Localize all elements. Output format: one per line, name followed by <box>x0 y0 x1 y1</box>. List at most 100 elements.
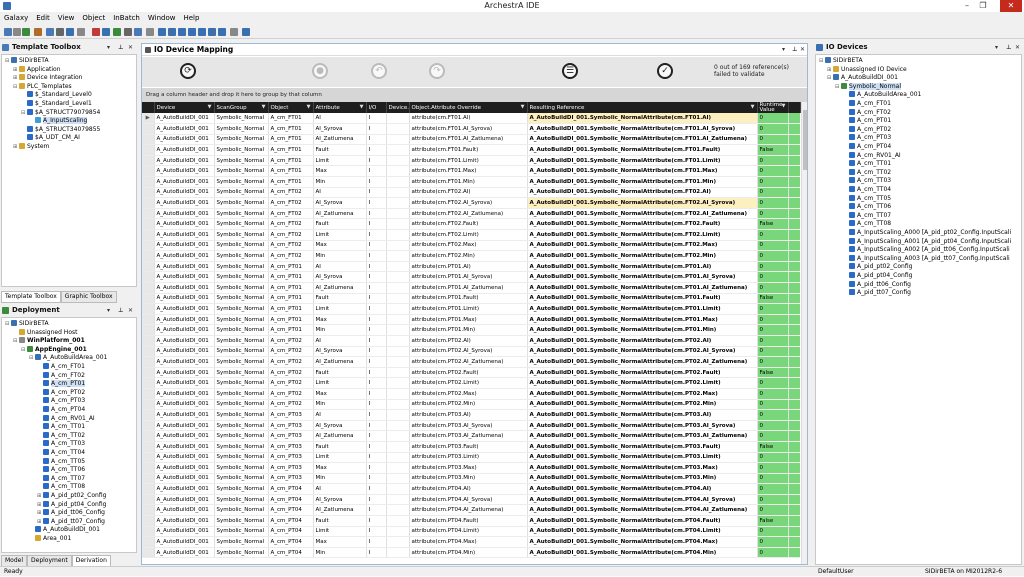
table-row[interactable]: A_AutoBuildDI_001 Symbolic_Normal A_cm_PT0… <box>142 271 800 283</box>
validate-check-icon[interactable]: ✓ <box>657 63 673 79</box>
grid-cell[interactable]: A_cm_FT01 <box>268 113 314 125</box>
table-row[interactable]: A_AutoBuildDI_001 Symbolic_Normal A_cm_PT0… <box>142 346 800 358</box>
grid-cell[interactable] <box>386 547 410 559</box>
menu-object[interactable]: Object <box>78 13 109 24</box>
grid-cell[interactable]: A_AutoBuildDI_001 <box>154 335 215 347</box>
toolbar-button-icon[interactable] <box>134 28 142 36</box>
grid-cell[interactable]: I <box>366 113 387 125</box>
grid-cell[interactable]: A_cm_FT02 <box>268 250 314 262</box>
grid-cell[interactable] <box>386 494 410 506</box>
grid-cell[interactable]: Min <box>313 324 367 336</box>
tree-node[interactable]: ⊞ Device Integration <box>13 74 83 82</box>
grid-cell[interactable]: A_AutoBuildDI_001 <box>154 208 215 220</box>
grid-cell[interactable] <box>386 462 410 474</box>
tree-node[interactable]: ⊟ SIDirBETA <box>5 57 49 65</box>
grid-cell[interactable]: attribute(cm.FT01.Max) <box>409 165 528 178</box>
tree-node[interactable]: A_cm_PT02 <box>37 388 85 397</box>
table-row[interactable]: A_AutoBuildDI_001 Symbolic_Normal A_cm_PT0… <box>142 441 800 453</box>
tree-node[interactable]: A_cm_TT01 <box>37 423 85 431</box>
grid-cell[interactable]: attribute(cm.PT01.Fault) <box>409 293 528 305</box>
row-selector[interactable] <box>142 208 155 220</box>
grid-cell[interactable]: A_AutoBuildDI_001.Symbolic_NormalAttribu… <box>527 536 758 548</box>
grid-cell[interactable]: A_AutoBuildDI_001.Symbolic_NormalAttribu… <box>527 208 758 220</box>
toolbar-button-icon[interactable] <box>66 28 74 36</box>
grid-cell[interactable] <box>386 250 410 262</box>
grid-cell[interactable] <box>386 526 410 538</box>
table-row[interactable]: A_AutoBuildDI_001 Symbolic_Normal A_cm_FT0… <box>142 229 800 241</box>
tree-node[interactable]: A_cm_TT05 <box>37 457 85 466</box>
grid-cell[interactable]: A_AutoBuildDI_001 <box>154 134 215 146</box>
toolbar-button-icon[interactable] <box>46 28 54 36</box>
grid-cell[interactable]: A_AutoBuildDI_001.Symbolic_NormalAttribu… <box>527 218 758 231</box>
grid-cell[interactable]: Symbolic_Normal <box>214 250 269 262</box>
toolbar-button-icon[interactable] <box>92 28 100 36</box>
grid-cell[interactable]: A_cm_PT03 <box>268 452 314 464</box>
row-selector[interactable] <box>142 504 155 517</box>
grid-cell[interactable]: A_AutoBuildDI_001.Symbolic_NormalAttribu… <box>527 144 758 156</box>
grid-cell[interactable]: Symbolic_Normal <box>214 420 269 432</box>
grid-cell[interactable]: A_AutoBuildDI_001 <box>154 165 215 178</box>
grid-cell[interactable] <box>386 409 410 421</box>
tree-node[interactable]: ⊟ Symbolic_Normal <box>835 82 902 91</box>
grid-cell[interactable]: I <box>366 504 387 517</box>
grid-cell[interactable]: attribute(cm.PT02.Min) <box>409 399 528 411</box>
grid-cell[interactable]: I <box>366 346 387 358</box>
grid-cell[interactable]: A_AutoBuildDI_001 <box>154 144 215 156</box>
grid-cell[interactable] <box>386 155 410 167</box>
grid-cell[interactable]: A_cm_PT04 <box>268 515 314 527</box>
grid-cell[interactable]: A_AutoBuildDI_001.Symbolic_NormalAttribu… <box>527 346 758 358</box>
table-row[interactable]: A_AutoBuildDI_001 Symbolic_Normal A_cm_PT0… <box>142 420 800 432</box>
grid-cell[interactable]: attribute(cm.FT01.Fault) <box>409 144 528 156</box>
table-row[interactable]: A_AutoBuildDI_001 Symbolic_Normal A_cm_FT0… <box>142 240 800 252</box>
grid-cell[interactable]: Limit <box>313 452 367 464</box>
row-selector[interactable] <box>142 240 155 252</box>
table-row[interactable]: A_AutoBuildDI_001 Symbolic_Normal A_cm_FT0… <box>142 176 800 188</box>
tree-node[interactable]: A_cm_PT01 <box>843 117 891 125</box>
row-selector[interactable] <box>142 335 155 347</box>
tree-node[interactable]: A_cm_PT03 <box>843 134 891 142</box>
grid-cell[interactable]: attribute(cm.PT03.AI_Syrova) <box>409 420 528 432</box>
grid-cell[interactable]: A_AutoBuildDI_001.Symbolic_NormalAttribu… <box>527 250 758 262</box>
filter-icon[interactable]: ▼ <box>521 104 525 110</box>
toolbar-button-icon[interactable] <box>124 28 132 36</box>
panel-pin-icon[interactable]: ⊥ <box>118 42 123 53</box>
toolbar-button-icon[interactable] <box>77 28 85 36</box>
grid-cell[interactable] <box>386 282 410 294</box>
tree-node[interactable]: A_cm_PT04 <box>843 143 891 151</box>
grid-cell[interactable] <box>386 367 410 379</box>
panel-close-icon[interactable]: ✕ <box>128 42 133 53</box>
grid-cell[interactable] <box>386 165 410 178</box>
grid-cell[interactable]: Symbolic_Normal <box>214 218 269 231</box>
grid-cell[interactable]: Symbolic_Normal <box>214 441 269 453</box>
table-row[interactable]: A_AutoBuildDI_001 Symbolic_Normal A_cm_FT0… <box>142 165 800 178</box>
toolbar-button-icon[interactable] <box>34 28 42 36</box>
grid-cell[interactable]: A_cm_FT01 <box>268 123 314 135</box>
grid-cell[interactable]: Symbolic_Normal <box>214 367 269 379</box>
grid-cell[interactable]: A_cm_PT03 <box>268 430 314 442</box>
grid-cell[interactable]: A_AutoBuildDI_001.Symbolic_NormalAttribu… <box>527 134 758 146</box>
grid-cell[interactable]: I <box>366 356 387 368</box>
row-selector[interactable] <box>142 134 155 146</box>
grid-cell[interactable] <box>386 176 410 188</box>
grid-cell[interactable]: A_cm_FT01 <box>268 176 314 188</box>
grid-cell[interactable]: I <box>366 197 387 209</box>
grid-cell[interactable] <box>386 441 410 453</box>
grid-cell[interactable]: attribute(cm.FT01.AI_Syrova) <box>409 123 528 135</box>
grid-cell[interactable]: A_AutoBuildDI_001.Symbolic_NormalAttribu… <box>527 165 758 178</box>
grid-cell[interactable]: A_AutoBuildDI_001.Symbolic_NormalAttribu… <box>527 547 758 559</box>
grid-cell[interactable]: attribute(cm.PT02.AI_Zatlumena) <box>409 356 528 368</box>
grid-cell[interactable]: A_AutoBuildDI_001.Symbolic_NormalAttribu… <box>527 261 758 273</box>
table-row[interactable]: A_AutoBuildDI_001 Symbolic_Normal A_cm_PT0… <box>142 430 800 442</box>
grid-cell[interactable] <box>386 303 410 315</box>
grid-cell[interactable]: Symbolic_Normal <box>214 134 269 146</box>
grid-cell[interactable]: I <box>366 271 387 283</box>
grid-cell[interactable]: I <box>366 208 387 220</box>
grid-cell[interactable]: Symbolic_Normal <box>214 271 269 283</box>
grid-cell[interactable] <box>386 399 410 411</box>
grid-cell[interactable]: Fault <box>313 218 367 231</box>
grid-cell[interactable]: A_AutoBuildDI_001.Symbolic_NormalAttribu… <box>527 314 758 326</box>
grid-cell[interactable]: attribute(cm.PT01.Min) <box>409 324 528 336</box>
tree-node[interactable]: A_cm_RV01_AI <box>37 414 95 423</box>
table-row[interactable]: A_AutoBuildDI_001 Symbolic_Normal A_cm_PT0… <box>142 452 800 464</box>
grid-cell[interactable]: A_AutoBuildDI_001 <box>154 240 215 252</box>
